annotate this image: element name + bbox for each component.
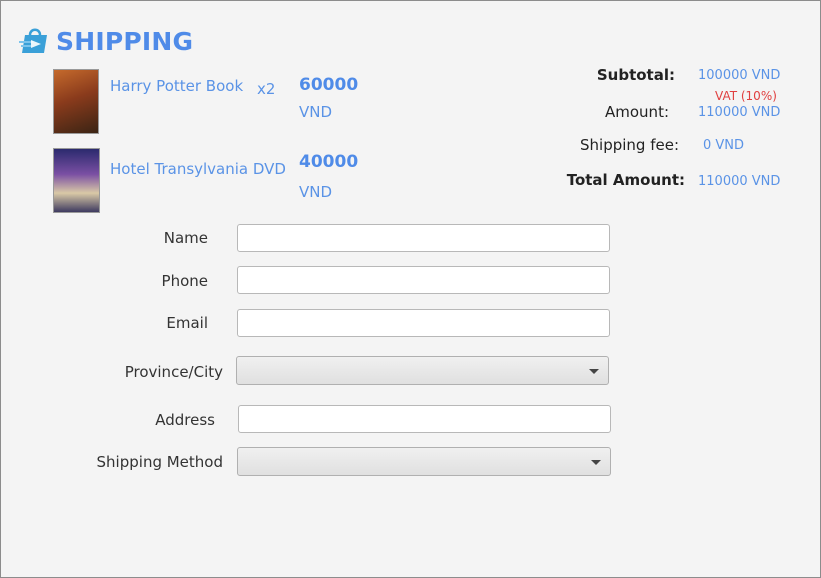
email-field[interactable] [237,309,610,337]
subtotal-value: 100000 VND [698,68,781,83]
address-field[interactable] [238,405,611,433]
shipping-fee-label: Shipping fee: [580,136,679,154]
chevron-down-icon [591,460,601,465]
cart-item-quantity: x2 [257,80,276,98]
cart-item-name: Hotel Transylvania DVD [110,160,286,178]
cart-item-name: Harry Potter Book [110,77,244,95]
name-field[interactable] [237,224,610,252]
address-label: Address [155,411,215,429]
cart-item-currency: VND [299,183,333,201]
subtotal-label: Subtotal: [596,66,675,84]
total-amount-label: Total Amount: [566,171,685,189]
cart-item-price: 40000 [299,152,359,172]
phone-label: Phone [161,272,208,290]
shipping-method-select[interactable] [237,447,611,476]
amount-value: 110000 VND [698,105,781,120]
product-thumbnail [53,69,99,134]
shipping-method-label: Shipping Method [96,453,223,471]
product-thumbnail [53,148,100,213]
cart-item-price: 60000 [299,75,359,95]
shipping-fee-value: 0 VND [703,138,745,153]
name-label: Name [163,229,208,247]
cart-item-currency: VND [299,103,333,121]
phone-field[interactable] [237,266,610,294]
vat-note: VAT (10%) [715,89,777,103]
shopping-bag-icon [19,25,51,55]
chevron-down-icon [589,369,599,374]
amount-label: Amount: [605,103,669,121]
page-title: SHIPPING [56,27,194,56]
total-amount-value: 110000 VND [698,174,781,189]
province-city-select[interactable] [236,356,609,385]
email-label: Email [166,314,208,332]
province-city-label: Province/City [124,363,223,381]
